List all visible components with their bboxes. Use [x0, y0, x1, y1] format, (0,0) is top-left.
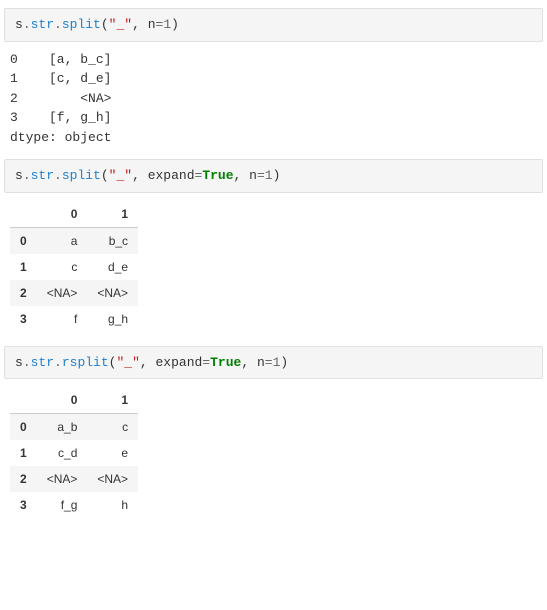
- code-token: ): [171, 17, 179, 32]
- row-header: 2: [10, 466, 37, 492]
- code-cell-2: s.str.split("_", expand=True, n=1): [4, 159, 543, 193]
- code-token: s: [15, 17, 23, 32]
- row-header: 3: [10, 306, 37, 332]
- table-row: 0 a_b c: [10, 414, 138, 441]
- code-token: .: [54, 355, 62, 370]
- table-cell: g_h: [87, 306, 138, 332]
- code-token: 1: [265, 168, 273, 183]
- corner-cell: [10, 201, 37, 228]
- code-token: .: [23, 17, 31, 32]
- code-token: True: [202, 168, 233, 183]
- code-token: ,: [241, 355, 257, 370]
- table-row: 3 f_g h: [10, 492, 138, 518]
- code-cell-3: s.str.rsplit("_", expand=True, n=1): [4, 346, 543, 380]
- row-header: 0: [10, 414, 37, 441]
- col-header: 0: [37, 201, 88, 228]
- output-table-2: 0 1 0 a b_c 1 c d_e 2 <NA> <NA> 3 f g_h: [10, 201, 138, 332]
- table-cell: f: [37, 306, 88, 332]
- table-cell: f_g: [37, 492, 88, 518]
- code-token: True: [210, 355, 241, 370]
- code-token: str: [31, 355, 54, 370]
- table-row: 0 a b_c: [10, 227, 138, 254]
- code-token: s: [15, 168, 23, 183]
- table-cell: c: [87, 414, 138, 441]
- code-token: =: [257, 168, 265, 183]
- row-header: 0: [10, 227, 37, 254]
- code-token: s: [15, 355, 23, 370]
- table-cell: <NA>: [37, 280, 88, 306]
- code-token: ,: [234, 168, 250, 183]
- code-token: .: [23, 168, 31, 183]
- code-token: ,: [132, 17, 148, 32]
- code-token: ): [280, 355, 288, 370]
- code-token: (: [101, 17, 109, 32]
- code-token: .: [23, 355, 31, 370]
- code-token: .: [54, 168, 62, 183]
- table-row: 1 c_d e: [10, 440, 138, 466]
- table-cell: a_b: [37, 414, 88, 441]
- table-cell: <NA>: [37, 466, 88, 492]
- table-cell: <NA>: [87, 466, 138, 492]
- table-row: 2 <NA> <NA>: [10, 466, 138, 492]
- code-token: "_": [109, 17, 132, 32]
- code-token: str: [31, 17, 54, 32]
- code-token: n: [148, 17, 156, 32]
- output-text-1: 0 [a, b_c] 1 [c, d_e] 2 <NA> 3 [f, g_h] …: [10, 50, 543, 148]
- col-header: 1: [87, 387, 138, 414]
- code-token: (: [101, 168, 109, 183]
- table-row: 3 f g_h: [10, 306, 138, 332]
- code-token: ,: [140, 355, 156, 370]
- col-header: 1: [87, 201, 138, 228]
- table-row: 1 c d_e: [10, 254, 138, 280]
- table-cell: a: [37, 227, 88, 254]
- code-token: ,: [132, 168, 148, 183]
- corner-cell: [10, 387, 37, 414]
- code-token: n: [249, 168, 257, 183]
- code-token: expand: [155, 355, 202, 370]
- table-row: 2 <NA> <NA>: [10, 280, 138, 306]
- table-cell: h: [87, 492, 138, 518]
- code-token: ): [273, 168, 281, 183]
- table-cell: c_d: [37, 440, 88, 466]
- row-header: 1: [10, 440, 37, 466]
- row-header: 3: [10, 492, 37, 518]
- output-table-3: 0 1 0 a_b c 1 c_d e 2 <NA> <NA> 3 f_g h: [10, 387, 138, 518]
- table-cell: <NA>: [87, 280, 138, 306]
- table-cell: d_e: [87, 254, 138, 280]
- code-token: split: [62, 17, 101, 32]
- code-token: 1: [163, 17, 171, 32]
- code-token: .: [54, 17, 62, 32]
- table-cell: e: [87, 440, 138, 466]
- code-token: =: [265, 355, 273, 370]
- code-cell-1: s.str.split("_", n=1): [4, 8, 543, 42]
- code-token: split: [62, 168, 101, 183]
- code-token: "_": [109, 168, 132, 183]
- table-cell: b_c: [87, 227, 138, 254]
- code-token: n: [257, 355, 265, 370]
- code-token: str: [31, 168, 54, 183]
- code-token: =: [202, 355, 210, 370]
- table-cell: c: [37, 254, 88, 280]
- row-header: 2: [10, 280, 37, 306]
- code-token: "_": [116, 355, 139, 370]
- row-header: 1: [10, 254, 37, 280]
- code-token: rsplit: [62, 355, 109, 370]
- col-header: 0: [37, 387, 88, 414]
- code-token: expand: [148, 168, 195, 183]
